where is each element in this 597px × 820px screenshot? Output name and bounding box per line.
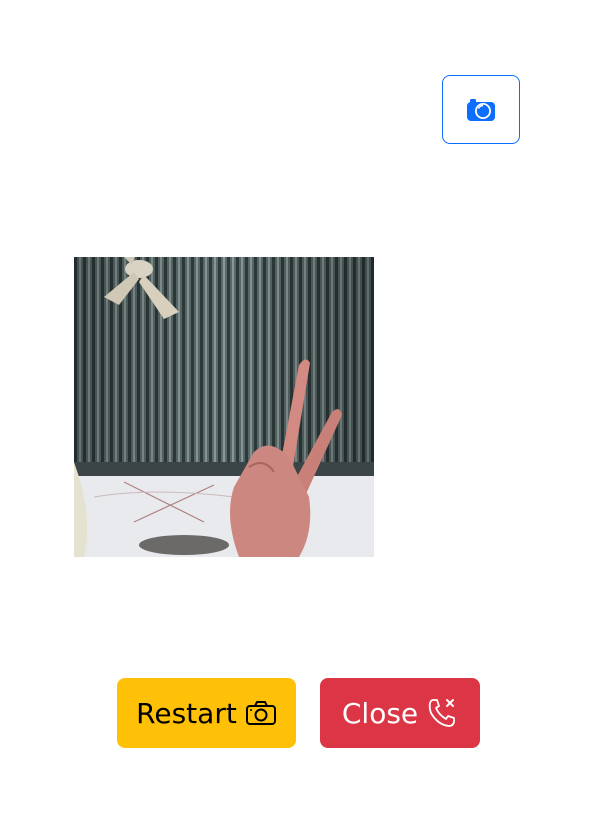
restart-button[interactable]: Restart: [117, 678, 296, 748]
close-button[interactable]: Close: [320, 678, 480, 748]
phone-x-icon: [426, 697, 458, 729]
captured-photo-preview: [74, 257, 374, 557]
captured-photo: [74, 257, 374, 557]
restart-label: Restart: [136, 696, 237, 730]
camera-icon: [245, 700, 277, 726]
close-label: Close: [341, 696, 419, 730]
camera-fill-icon: [466, 97, 496, 123]
capture-photo-button[interactable]: [442, 75, 520, 144]
